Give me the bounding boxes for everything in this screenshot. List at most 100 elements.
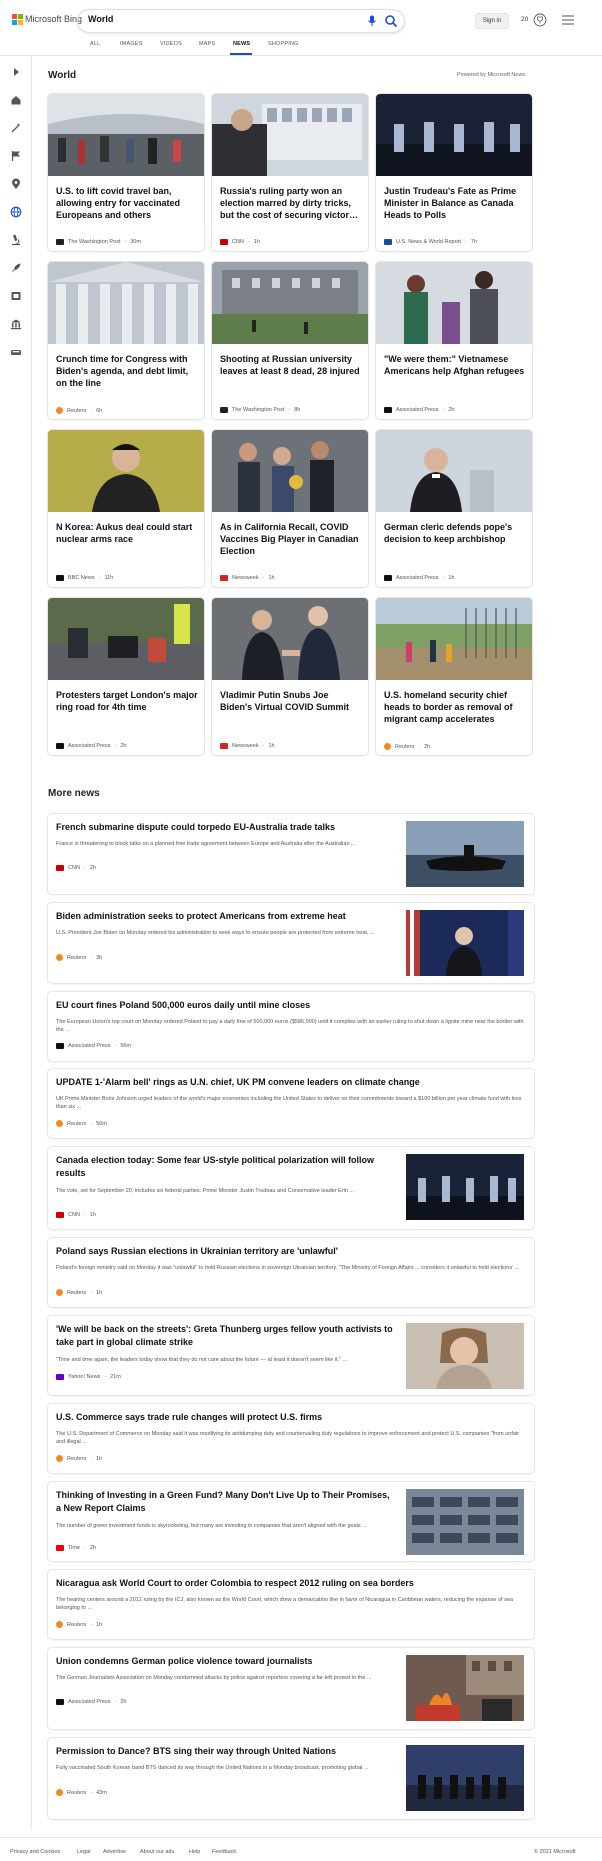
news-item[interactable]: U.S. Commerce says trade rule changes wi… [48,1404,534,1473]
news-title[interactable]: Nicaragua ask World Court to order Colom… [56,1577,526,1590]
globe-icon[interactable] [10,206,22,218]
news-item[interactable]: Union condemns German police violence to… [48,1648,534,1729]
news-source: Yahoo! News · 21m [56,1374,121,1380]
search-input[interactable] [88,14,338,24]
tab-images[interactable]: IMAGES [120,41,143,47]
tab-maps[interactable]: MAPS [199,41,215,47]
news-title[interactable]: UPDATE 1-'Alarm bell' rings as U.N. chie… [56,1076,526,1089]
news-title[interactable]: Canada election today: Some fear US-styl… [56,1154,386,1180]
news-image-solar-farm [406,1489,524,1555]
card-source: Associated Press · 1h [384,575,454,581]
card-title[interactable]: Protesters target London's major ring ro… [56,689,198,713]
news-card[interactable]: German cleric defends pope's decision to… [376,430,532,587]
home-icon[interactable] [10,94,22,106]
news-card[interactable]: Vladimir Putin Snubs Joe Biden's Virtual… [212,598,368,755]
news-card[interactable]: N Korea: Aukus deal could start nuclear … [48,430,204,587]
footer-link-feedback[interactable]: Feedback [212,1849,236,1855]
news-item[interactable]: 'We will be back on the streets': Greta … [48,1316,534,1395]
news-image-podium [406,910,524,976]
microscope-icon[interactable] [10,234,22,246]
search-box[interactable] [78,10,404,32]
news-title[interactable]: French submarine dispute could torpedo E… [56,821,396,834]
bing-logo[interactable]: Microsoft Bing [12,14,82,25]
tab-news[interactable]: NEWS [233,41,250,47]
news-title[interactable]: EU court fines Poland 500,000 euros dail… [56,999,526,1012]
separator: · [114,743,117,749]
news-image-activist [406,1323,524,1389]
tab-shopping[interactable]: SHOPPING [268,41,299,47]
news-item[interactable]: UPDATE 1-'Alarm bell' rings as U.N. chie… [48,1069,534,1138]
card-title[interactable]: Russia's ruling party won an election ma… [220,185,362,221]
source-name: Reuters [67,1289,87,1296]
news-item[interactable]: French submarine dispute could torpedo E… [48,814,534,894]
card-title[interactable]: As in California Recall, COVID Vaccines … [220,521,362,557]
news-card[interactable]: U.S. homeland security chief heads to bo… [376,598,532,755]
news-title[interactable]: Biden administration seeks to protect Am… [56,910,396,923]
news-card[interactable]: "We were them:" Vietnamese Americans hel… [376,262,532,419]
card-title[interactable]: U.S. to lift covid travel ban, allowing … [56,185,198,221]
building-icon[interactable] [10,318,22,330]
footer-link-about-ads[interactable]: About our ads [140,1849,174,1855]
news-item[interactable]: Nicaragua ask World Court to order Colom… [48,1570,534,1639]
hamburger-menu-icon[interactable] [562,15,574,25]
news-card[interactable]: Russia's ruling party won an election ma… [212,94,368,251]
source-logo-icon [56,407,63,414]
collapse-arrow-icon[interactable] [10,66,22,78]
tab-all[interactable]: ALL [90,41,100,47]
source-logo-icon [384,575,392,581]
article-age: 2h [89,865,96,871]
rocket-icon[interactable] [10,262,22,274]
card-title[interactable]: German cleric defends pope's decision to… [384,521,526,545]
rewards-count[interactable]: 20 [521,16,528,23]
card-title[interactable]: Shooting at Russian university leaves at… [220,353,362,377]
card-title[interactable]: U.S. homeland security chief heads to bo… [384,689,526,725]
card-title[interactable]: "We were them:" Vietnamese Americans hel… [384,353,526,377]
footer-link-privacy[interactable]: Privacy and Cookies [10,1849,60,1855]
footer-link-advertise[interactable]: Advertise [103,1849,126,1855]
news-snippet: The U.S. Department of Commerce on Monda… [56,1431,519,1445]
news-item[interactable]: Permission to Dance? BTS sing their way … [48,1738,534,1819]
separator: · [104,1374,107,1380]
news-item[interactable]: Biden administration seeks to protect Am… [48,903,534,983]
news-card[interactable]: Crunch time for Congress with Biden's ag… [48,262,204,419]
card-title[interactable]: N Korea: Aukus deal could start nuclear … [56,521,198,545]
news-card[interactable]: As in California Recall, COVID Vaccines … [212,430,368,587]
news-title[interactable]: Thinking of Investing in a Green Fund? M… [56,1489,396,1515]
signin-button[interactable]: Sign in [475,13,509,29]
news-card[interactable]: U.S. to lift covid travel ban, allowing … [48,94,204,251]
footer-link-legal[interactable]: Legal [77,1849,90,1855]
news-item[interactable]: Poland says Russian elections in Ukraini… [48,1238,534,1307]
news-card[interactable]: Shooting at Russian university leaves at… [212,262,368,419]
news-item[interactable]: Thinking of Investing in a Green Fund? M… [48,1482,534,1561]
search-icon[interactable] [384,14,398,28]
film-icon[interactable] [10,290,22,302]
separator: · [90,1120,93,1127]
card-title[interactable]: Crunch time for Congress with Biden's ag… [56,353,198,389]
news-title[interactable]: Permission to Dance? BTS sing their way … [56,1745,396,1758]
source-logo-icon [220,575,228,581]
location-icon[interactable] [10,178,22,190]
separator: · [84,1545,86,1551]
news-title[interactable]: 'We will be back on the streets': Greta … [56,1323,396,1349]
news-title[interactable]: Union condemns German police violence to… [56,1655,396,1668]
card-source: CNN · 1h [220,239,260,245]
car-icon[interactable] [10,346,22,358]
news-title[interactable]: Poland says Russian elections in Ukraini… [56,1245,526,1258]
tab-videos[interactable]: VIDEOS [160,41,182,47]
flag-icon[interactable] [10,150,22,162]
card-title[interactable]: Vladimir Putin Snubs Joe Biden's Virtual… [220,689,362,713]
news-card[interactable]: Justin Trudeau's Fate as Prime Minister … [376,94,532,251]
news-item[interactable]: EU court fines Poland 500,000 euros dail… [48,992,534,1061]
footer-link-help[interactable]: Help [189,1849,200,1855]
rewards-trophy-icon[interactable] [533,12,547,28]
magic-icon[interactable] [10,122,22,134]
microphone-icon[interactable] [367,15,377,27]
news-card[interactable]: Protesters target London's major ring ro… [48,598,204,755]
separator: · [418,743,421,750]
footer: Privacy and Cookies Legal Advertise Abou… [0,1837,602,1861]
powered-by-label[interactable]: Powered by Microsoft News [457,72,525,78]
news-title[interactable]: U.S. Commerce says trade rule changes wi… [56,1411,526,1424]
card-title[interactable]: Justin Trudeau's Fate as Prime Minister … [384,185,526,221]
news-item[interactable]: Canada election today: Some fear US-styl… [48,1147,534,1229]
source-name: Newsweek [232,743,259,749]
